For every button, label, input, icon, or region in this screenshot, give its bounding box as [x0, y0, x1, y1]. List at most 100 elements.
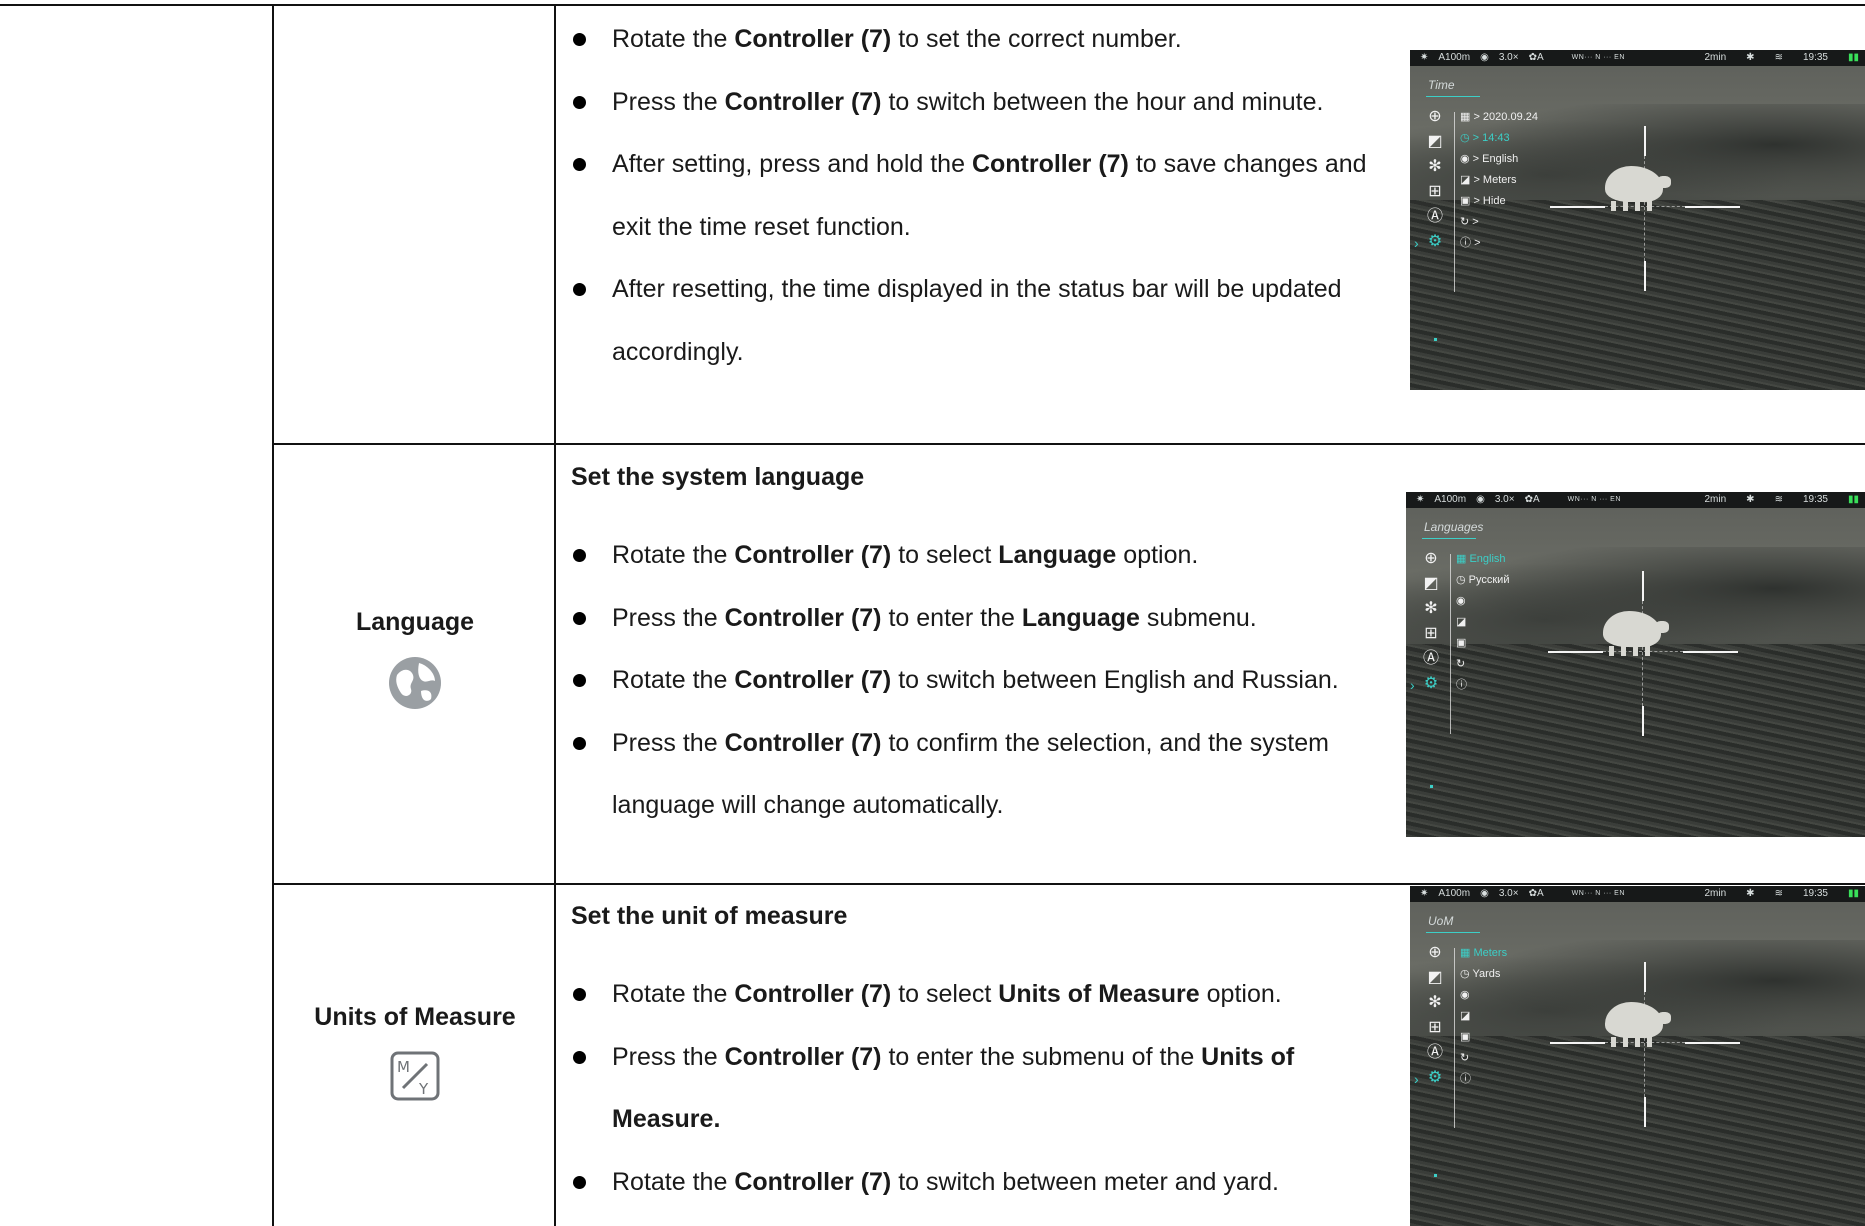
bullet-item: Rotate the Controller (7) to set the cor… — [556, 8, 1404, 71]
reset-icon: ↻ — [1460, 216, 1473, 228]
bullet-item: After setting, press and hold the Contro… — [556, 133, 1404, 258]
bullet-dot-icon — [573, 158, 586, 171]
submenu-item: ⓘ — [1460, 1072, 1507, 1086]
info-icon: ⓘ — [1456, 679, 1467, 691]
selected-arrow-icon: › — [1414, 235, 1419, 251]
wifi-icon: ≋ — [1774, 888, 1783, 899]
units-icon: ◪ — [1460, 1010, 1471, 1022]
globe-icon — [274, 655, 556, 716]
boar-silhouette — [1604, 1002, 1671, 1048]
image-icon: ◩ — [1427, 133, 1443, 150]
menu-divider — [1450, 554, 1451, 734]
crosshair-icon: ⊕ — [1428, 108, 1442, 125]
submenu-item: ◉ — [1456, 594, 1509, 608]
bullet-item: Press the Controller (7) to confirm the … — [556, 712, 1404, 837]
submenu-item: ◪ — [1460, 1009, 1507, 1023]
info-icon: ⓘ — [1460, 237, 1475, 249]
units-heading: Set the unit of measure — [571, 902, 848, 930]
range-readout: A100m — [1438, 52, 1471, 63]
sun-icon: ✷ — [1420, 52, 1429, 63]
submenu-item-label: > Hide — [1473, 195, 1506, 207]
crosshair-icon: ⊕ — [1428, 944, 1442, 961]
reticle-top — [1643, 126, 1646, 157]
submenu-item: ◷ Yards — [1460, 967, 1507, 981]
submenu-item: ▦ English — [1456, 552, 1509, 566]
clock-icon: ◷ — [1456, 574, 1469, 586]
submenu-item: ▦ Meters — [1460, 946, 1507, 960]
navigation-icon: Ⓐ — [1426, 208, 1443, 225]
submenu-item-label: > 2020.09.24 — [1473, 111, 1538, 123]
submenu: ▦ English ◷ Русский ◉ ◪ ▣ ↻ ⓘ — [1456, 552, 1509, 692]
bullet-text: submenu. — [1139, 603, 1257, 632]
bullet-item: Press the Controller (7) to enter the La… — [556, 587, 1404, 650]
bullet-dot-icon — [573, 736, 586, 750]
globe-icon: ◉ — [1456, 595, 1466, 607]
submenu-item-label: > — [1474, 237, 1481, 249]
image-icon: ◩ — [1423, 575, 1439, 592]
add-icon: ⊞ — [1428, 1019, 1442, 1036]
bluetooth-icon: ✱ — [1746, 52, 1755, 63]
bullet-item: Rotate the Controller (7) to switch betw… — [556, 1151, 1404, 1214]
globe-icon: ◉ — [1460, 989, 1470, 1001]
main-menu: ⊕ ◩ ✻ ⊞ Ⓐ ⚙ — [1422, 550, 1440, 693]
submenu-item: ⓘ — [1456, 678, 1509, 692]
color-mode-icon: ✻ — [1428, 994, 1442, 1011]
submenu-item: ▣ > Hide — [1460, 194, 1538, 208]
menu-title: UoM — [1428, 914, 1454, 928]
bullet-text: to enter the submenu of the — [881, 1042, 1202, 1071]
bullet-item: Press the Controller (7) to switch betwe… — [556, 71, 1404, 134]
globe-icon: ◉ — [1460, 153, 1473, 165]
display-icon: ▣ — [1456, 637, 1467, 649]
bullet-dot-icon — [573, 611, 586, 625]
clock-readout: 19:35 — [1802, 52, 1828, 63]
submenu-item: ↻ — [1460, 1051, 1507, 1065]
settings-icon: ⚙ — [1427, 1069, 1443, 1086]
add-icon: ⊞ — [1428, 183, 1442, 200]
submenu-item: ⓘ > — [1460, 236, 1538, 250]
navigation-icon: Ⓐ — [1426, 1044, 1443, 1061]
submenu-item: ◷ > 14:43 — [1460, 131, 1538, 145]
bold-term: Controller (7) — [734, 541, 892, 569]
submenu-item: ◪ > Meters — [1460, 173, 1538, 187]
submenu: ▦ Meters ◷ Yards ◉ ◪ ▣ ↻ ⓘ — [1460, 946, 1507, 1086]
menu-title: Time — [1428, 78, 1455, 92]
mode-readout: ✿A — [1528, 52, 1544, 63]
bullet-text: to switch between English and Russian. — [891, 666, 1339, 694]
reticle-top — [1643, 962, 1646, 993]
menu-title-underline — [1426, 932, 1480, 933]
selected-arrow-icon: › — [1410, 677, 1415, 693]
bold-term: Controller (7) — [724, 1042, 882, 1071]
status-bar: ✷ A100m ◉ 3.0× ✿A WN··· N ··· EN 2min ✱ ≋ 19:35 ▮▮ — [1406, 492, 1865, 508]
submenu-item: ◷ Русский — [1456, 573, 1509, 587]
battery-icon: ▮▮ — [1847, 52, 1859, 63]
display-icon: ▣ — [1460, 195, 1474, 207]
bullet-text: to switch between the hour and minute. — [881, 87, 1324, 116]
bold-term: Controller (7) — [734, 980, 892, 1008]
submenu-item-label: Meters — [1473, 947, 1508, 959]
image-icon: ◩ — [1427, 969, 1443, 986]
bluetooth-icon: ✱ — [1746, 494, 1755, 505]
submenu-item: ◪ — [1456, 615, 1509, 629]
eye-icon: ◉ — [1480, 888, 1489, 899]
color-mode-icon: ✻ — [1428, 158, 1442, 175]
status-bar: ✷ A100m ◉ 3.0× ✿A WN··· N ··· EN 2min ✱ ≋ 19:35 ▮▮ — [1410, 886, 1865, 902]
settings-icon: ⚙ — [1427, 233, 1443, 250]
bullet-text: Press the — [612, 728, 725, 757]
reticle-left — [1549, 206, 1605, 209]
reticle-bottom — [1643, 1097, 1646, 1128]
bold-term: Controller (7) — [734, 1167, 892, 1196]
bold-term: Controller (7) — [724, 728, 882, 757]
submenu-item-label: > English — [1472, 153, 1519, 165]
units-icon: ◪ — [1456, 616, 1467, 628]
status-right: 2min ✱ ≋ 19:35 ▮▮ — [1694, 50, 1859, 66]
bullet-text: Rotate the — [612, 980, 735, 1008]
submenu-item: ▦ > 2020.09.24 — [1460, 110, 1538, 124]
submenu-item: ↻ — [1456, 657, 1509, 671]
submenu-item-label: > Meters — [1473, 174, 1517, 186]
submenu: ▦ > 2020.09.24 ◷ > 14:43 ◉ > English ◪ > Me… — [1460, 110, 1538, 250]
table-row-divider-1 — [272, 443, 1865, 445]
bullet-text: to select — [891, 980, 999, 1008]
submenu-item-label: Русский — [1468, 574, 1510, 586]
clock-readout: 19:35 — [1802, 494, 1828, 505]
bold-term: Controller (7) — [734, 25, 892, 53]
